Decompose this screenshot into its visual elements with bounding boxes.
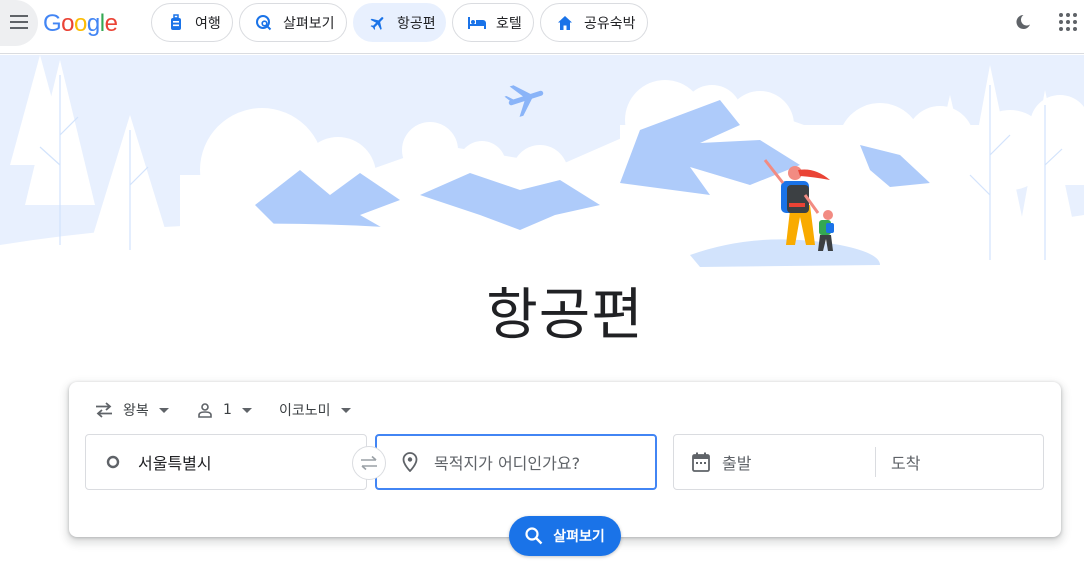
tab-hotels[interactable]: 호텔 xyxy=(452,3,534,42)
trip-type-dropdown[interactable]: 왕복 xyxy=(95,400,169,420)
flights-hero-illustration xyxy=(0,55,1084,280)
chevron-down-icon xyxy=(158,407,169,413)
destination-placeholder: 목적지가 어디인가요? xyxy=(434,454,581,473)
tab-label: 항공편 xyxy=(397,15,436,32)
cabin-class-label: 이코노미 xyxy=(279,403,331,419)
trip-type-label: 왕복 xyxy=(123,403,149,419)
dark-mode-icon xyxy=(1011,14,1035,38)
hotel-bed-icon xyxy=(468,14,486,32)
origin-input[interactable]: 서울특별시 xyxy=(85,434,367,490)
location-pin-icon xyxy=(402,452,418,472)
swap-icon xyxy=(359,455,379,471)
page-title: 항공편 xyxy=(486,283,644,348)
passenger-count: 1 xyxy=(223,402,232,418)
logo-letter: o xyxy=(74,10,87,37)
tab-label: 여행 xyxy=(195,15,221,32)
logo-letter: g xyxy=(86,10,100,37)
luggage-icon xyxy=(167,13,185,32)
apps-grid-icon xyxy=(1056,13,1080,38)
departure-date-field[interactable]: 출발 xyxy=(722,450,751,474)
dark-mode-toggle[interactable] xyxy=(1011,10,1035,34)
passengers-dropdown[interactable]: 1 xyxy=(197,400,252,420)
search-icon xyxy=(525,527,543,545)
tab-flights[interactable]: 항공편 xyxy=(353,3,446,42)
google-logo[interactable]: Google xyxy=(43,10,118,38)
swap-arrows-icon xyxy=(95,402,113,418)
date-divider xyxy=(875,447,876,477)
swap-origin-destination-button[interactable] xyxy=(352,446,386,480)
tab-explore[interactable]: 살펴보기 xyxy=(239,3,347,42)
logo-letter: e xyxy=(104,10,118,37)
flight-search-form: 왕복 1 이코노미 서울특별시 목적지가 어디인가요? 출발 도착 xyxy=(69,382,1061,537)
tab-label: 공유숙박 xyxy=(584,15,636,32)
destination-input[interactable]: 목적지가 어디인가요? xyxy=(375,434,657,490)
chevron-down-icon xyxy=(241,407,252,413)
logo-letter: G xyxy=(43,10,62,37)
logo-letter: o xyxy=(61,10,75,37)
main-menu-button[interactable] xyxy=(0,0,38,46)
chevron-down-icon xyxy=(340,407,351,413)
cabin-class-dropdown[interactable]: 이코노미 xyxy=(279,400,351,420)
tab-travel[interactable]: 여행 xyxy=(151,3,233,42)
person-icon xyxy=(197,402,213,418)
hamburger-menu-icon xyxy=(10,14,28,33)
explore-icon xyxy=(255,14,273,32)
tab-vacation-rentals[interactable]: 공유숙박 xyxy=(540,3,648,42)
search-button[interactable]: 살펴보기 xyxy=(509,516,621,556)
google-apps-button[interactable] xyxy=(1056,10,1080,34)
top-app-bar: Google 여행 살펴보기 항공편 호텔 공유숙박 xyxy=(0,0,1084,54)
date-range-input[interactable]: 출발 도착 xyxy=(673,434,1044,490)
return-date-field[interactable]: 도착 xyxy=(891,450,920,474)
tab-label: 호텔 xyxy=(496,15,522,32)
origin-circle-icon xyxy=(106,455,120,469)
search-button-label: 살펴보기 xyxy=(553,529,605,545)
tab-label: 살펴보기 xyxy=(283,15,335,32)
home-icon xyxy=(556,14,574,32)
calendar-icon xyxy=(692,452,710,472)
flight-icon xyxy=(369,14,387,32)
origin-value: 서울특별시 xyxy=(138,454,212,473)
